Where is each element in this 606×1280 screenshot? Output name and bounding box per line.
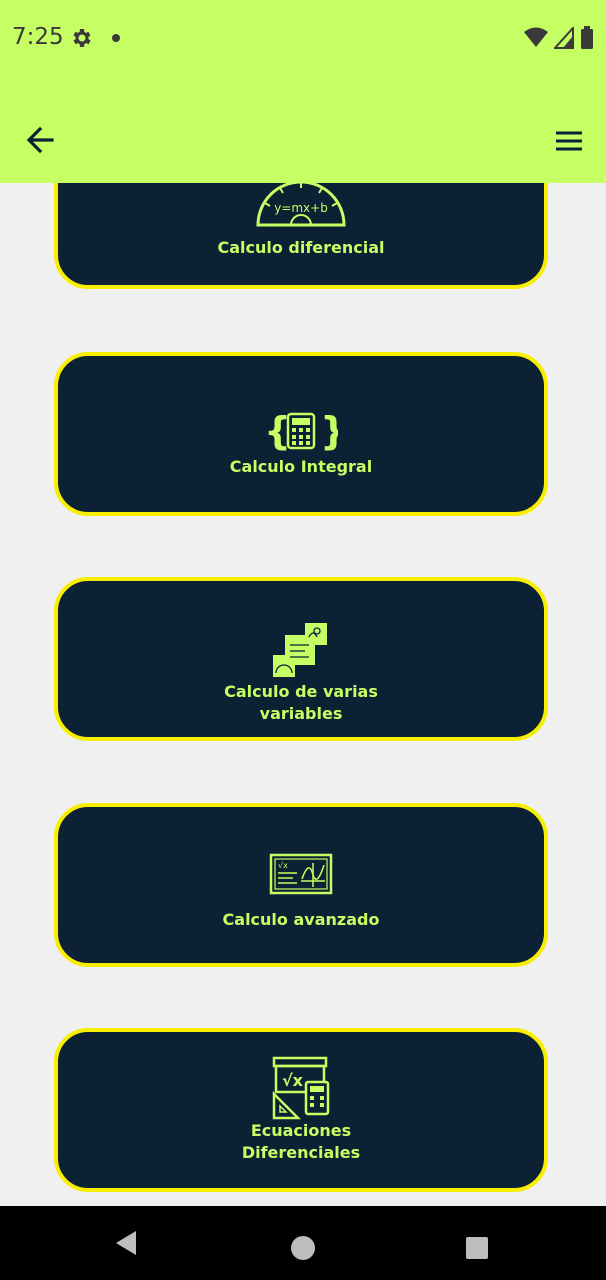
nav-home-icon[interactable] [291,1236,315,1260]
status-time: 7:25 [12,24,64,50]
svg-text:√x: √x [282,1071,304,1090]
nav-back-icon[interactable] [114,1230,138,1256]
course-label: Calculo Integral [229,457,373,476]
gear-icon [73,29,91,47]
nav-recents-icon[interactable] [466,1237,488,1259]
app-header: 7:25 [0,0,606,183]
signal-icon [554,27,574,49]
course-card-calculo-integral[interactable]: { } Calculo Integral [54,352,548,516]
protractor-equation-icon: y=mx+b [256,180,346,227]
board-calculator-ruler-icon: √x [272,1056,330,1120]
course-label: Calculo avanzado [222,910,380,929]
course-label: Calculo diferencial [217,238,385,257]
system-nav-bar [0,1206,606,1280]
svg-text:}: } [320,410,338,452]
chalkboard-graph-icon: √x [269,853,333,895]
svg-text:y=mx+b: y=mx+b [274,201,328,215]
arrow-back-icon[interactable] [22,122,58,158]
svg-text:√x: √x [278,861,288,870]
stacked-math-notes-icon [273,623,327,677]
notification-dot-icon [112,34,120,42]
course-card-calculo-varias-variables[interactable]: Calculo de varias variables [54,577,548,741]
status-icons [524,26,594,50]
course-label: Ecuaciones Diferenciales [241,1121,361,1162]
hamburger-menu-icon[interactable] [552,124,586,158]
wifi-icon [524,27,548,47]
course-label: Calculo de varias variables [224,682,378,723]
course-card-ecuaciones-diferenciales[interactable]: √x Ecuaciones Diferenciales [54,1028,548,1192]
battery-icon [581,26,593,49]
course-card-calculo-avanzado[interactable]: √x Calculo avanzado [54,803,548,967]
braces-calculator-icon: { } [264,410,338,452]
